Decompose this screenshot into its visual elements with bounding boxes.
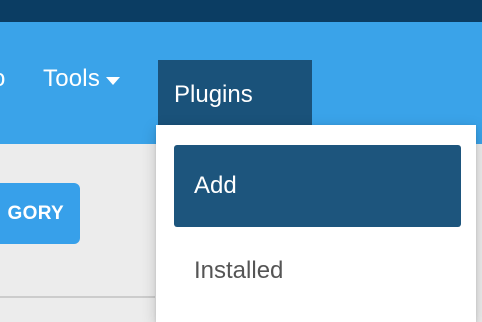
nav-item-tools[interactable]: Tools <box>43 61 121 97</box>
nav-item-partial[interactable]: o <box>0 61 6 97</box>
plugins-dropdown-menu: Add Installed <box>156 125 476 322</box>
top-bar <box>0 0 482 22</box>
divider <box>0 296 155 298</box>
nav-item-tools-label: Tools <box>43 65 101 92</box>
category-button[interactable]: GORY <box>0 183 80 244</box>
menu-item-add[interactable]: Add <box>174 145 461 227</box>
caret-down-icon <box>106 76 121 85</box>
menu-item-installed[interactable]: Installed <box>174 230 461 312</box>
menu-item-installed-label: Installed <box>194 257 284 284</box>
nav-item-plugins-label: Plugins <box>174 81 253 108</box>
menu-item-add-label: Add <box>194 172 237 199</box>
category-button-label: GORY <box>7 202 64 224</box>
nav-item-partial-label: o <box>0 65 6 93</box>
